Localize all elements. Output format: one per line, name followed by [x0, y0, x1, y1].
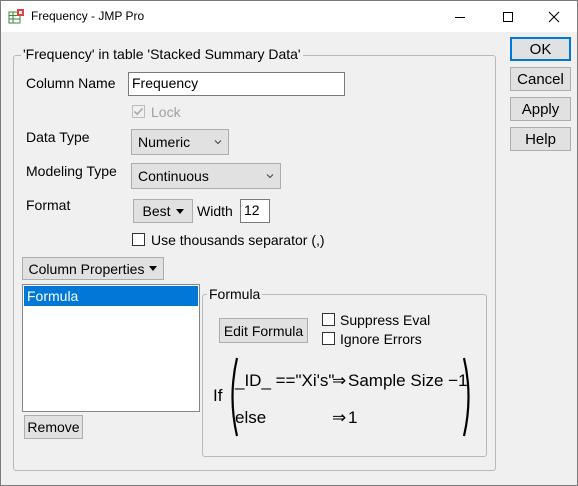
minimize-icon [455, 16, 465, 18]
suppress-eval-checkbox[interactable] [322, 313, 335, 326]
data-type-label: Data Type [26, 129, 90, 145]
chevron-down-icon [214, 140, 222, 145]
format-value: Best [142, 203, 171, 219]
checkmark-icon [133, 107, 144, 116]
formula-then-arrow: ⇒ [332, 371, 347, 390]
modeling-type-label: Modeling Type [26, 163, 117, 179]
edit-formula-label: Edit Formula [223, 322, 304, 339]
lock-label: Lock [151, 104, 181, 120]
dropdown-arrow-icon [175, 208, 184, 214]
formula-else-arrow: ⇒ [332, 408, 347, 427]
format-dropdown-button[interactable]: Best [133, 199, 193, 223]
column-properties-label: Column Properties [28, 260, 145, 277]
minimize-button[interactable] [437, 1, 483, 32]
help-button[interactable]: Help [510, 127, 571, 151]
formula-if-keyword: If [213, 386, 223, 405]
dialog-window: Frequency - JMP Pro 'Frequency' in table… [0, 0, 578, 486]
data-type-value: Numeric [138, 134, 191, 150]
chevron-down-icon [266, 174, 274, 179]
group-title: 'Frequency' in table 'Stacked Summary Da… [21, 46, 303, 62]
close-icon [548, 11, 560, 22]
list-item[interactable]: Formula [24, 286, 198, 306]
ignore-errors-label: Ignore Errors [340, 331, 422, 347]
thousands-separator-checkbox[interactable] [132, 233, 145, 246]
jmp-app-icon [8, 9, 24, 25]
cancel-button[interactable]: Cancel [510, 67, 571, 91]
width-input[interactable]: 12 [240, 199, 270, 223]
format-label: Format [26, 197, 71, 213]
apply-button[interactable]: Apply [510, 97, 571, 121]
lock-checkbox[interactable] [132, 105, 145, 118]
column-name-label: Column Name [26, 75, 116, 91]
right-paren-icon [462, 357, 470, 437]
suppress-eval-label: Suppress Eval [340, 312, 431, 328]
column-name-input[interactable]: Frequency [128, 72, 345, 96]
formula-else-label: else [235, 408, 267, 427]
formula-then-value: Sample Size −1 [348, 371, 468, 390]
formula-group-title: Formula [207, 286, 263, 302]
formula-condition: _ID_ =="Xi's" [235, 371, 335, 390]
column-properties-button[interactable]: Column Properties [22, 257, 164, 280]
data-type-select[interactable]: Numeric [131, 129, 229, 155]
close-button[interactable] [531, 1, 577, 32]
edit-formula-button[interactable]: Edit Formula [219, 318, 308, 343]
dropdown-arrow-icon [149, 266, 158, 271]
ignore-errors-checkbox[interactable] [322, 332, 335, 345]
window-title: Frequency - JMP Pro [31, 9, 145, 23]
remove-label: Remove [27, 419, 80, 435]
modeling-type-value: Continuous [138, 168, 209, 184]
remove-button[interactable]: Remove [24, 415, 83, 439]
thousands-separator-label: Use thousands separator (,) [151, 232, 325, 248]
maximize-icon [503, 11, 513, 22]
title-bar[interactable]: Frequency - JMP Pro [1, 1, 577, 32]
formula-else-value: 1 [348, 408, 358, 427]
modeling-type-select[interactable]: Continuous [131, 163, 281, 189]
maximize-button[interactable] [485, 1, 531, 32]
column-properties-list[interactable]: Formula [22, 284, 200, 412]
width-label: Width [197, 203, 233, 219]
ok-button[interactable]: OK [510, 37, 571, 61]
